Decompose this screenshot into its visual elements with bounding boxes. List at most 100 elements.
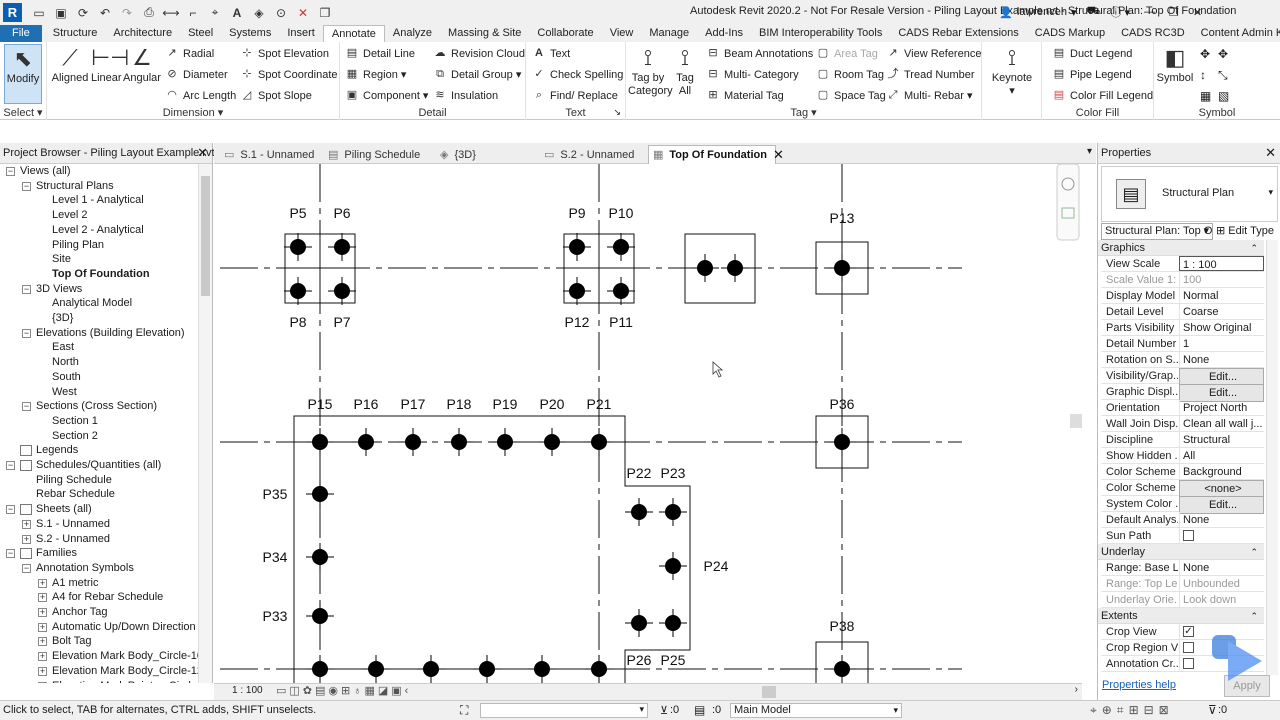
spot-slope-button[interactable]: ◿ Spot Slope (240, 89, 312, 102)
pile-label[interactable]: P25 (661, 652, 686, 668)
spot-elevation-button[interactable]: ⊹ Spot Elevation (240, 47, 329, 60)
property-row[interactable]: Sun Path (1101, 528, 1264, 544)
collapse-icon[interactable]: − (6, 461, 15, 470)
tree-item[interactable]: Piling Plan (38, 238, 104, 253)
expand-icon[interactable]: + (38, 652, 47, 662)
property-row[interactable]: Display Model Normal (1101, 288, 1264, 304)
tree-item[interactable]: + A1 metric (38, 576, 98, 591)
revit-logo-icon[interactable]: R (3, 3, 22, 22)
tree-item[interactable]: − Views (all) (6, 164, 71, 179)
binoculars-icon[interactable]: ⌕ (985, 6, 991, 19)
multi-category-button[interactable]: ⊟ Multi- Category (706, 68, 798, 81)
text-dialog-launcher-icon[interactable]: ↘ (613, 107, 621, 118)
tab-systems[interactable]: Systems (221, 25, 279, 42)
expand-icon[interactable]: + (38, 637, 47, 647)
tree-item[interactable]: −3D Views (22, 282, 82, 297)
property-row[interactable]: Range: Base L...None (1101, 560, 1264, 576)
save-icon[interactable]: ▣ (52, 4, 70, 22)
pile-label[interactable]: P22 (627, 465, 652, 481)
tree-item[interactable]: {3D} (38, 311, 73, 326)
property-checkbox[interactable] (1183, 657, 1194, 669)
pile-label[interactable]: P36 (830, 396, 855, 412)
pile-label[interactable]: P6 (333, 205, 350, 221)
stair-path-icon[interactable]: ↕ (1200, 68, 1206, 82)
tree-item[interactable]: − Schedules/Quantities (all) (6, 458, 161, 473)
tabs-dropdown-icon[interactable]: ▾ (1087, 146, 1092, 157)
collapse-group-icon[interactable]: ⌃ (1250, 240, 1258, 256)
minimize-icon[interactable]: — (1144, 6, 1155, 18)
material-tag-button[interactable]: ⊞ Material Tag (706, 89, 783, 102)
property-row[interactable]: Rotation on S... None (1101, 352, 1264, 368)
span-direction-icon[interactable]: ✥ (1200, 47, 1210, 61)
room-tag-button[interactable]: ▢ Room Tag (816, 68, 884, 81)
tab-view[interactable]: View (602, 25, 642, 42)
expand-icon[interactable]: + (22, 519, 31, 529)
region-button[interactable]: ▦ Region ▾ (345, 68, 407, 81)
tree-item[interactable]: − Structural Plans (22, 179, 114, 194)
pipe-legend-button[interactable]: ▤ Pipe Legend (1052, 68, 1132, 81)
symbol-button[interactable]: ◧ Symbol (1156, 44, 1194, 85)
collapse-group-icon[interactable]: ⌃ (1250, 544, 1258, 560)
tree-item[interactable]: + S.2 - Unnamed (22, 532, 110, 547)
property-row[interactable]: Color Scheme ...Background (1101, 464, 1264, 480)
tab-collaborate[interactable]: Collaborate (529, 25, 601, 42)
text-button[interactable]: A Text (532, 47, 570, 60)
property-row[interactable]: Discipline Structural (1101, 432, 1264, 448)
property-row[interactable]: Wall Join Disp... Clean all wall j... (1101, 416, 1264, 432)
tree-item[interactable]: Site (38, 252, 71, 267)
collapse-icon[interactable]: − (22, 328, 31, 338)
tree-item[interactable]: − Sheets (all) (6, 502, 92, 517)
tab-content-admin-kit[interactable]: Content Admin Kit (1193, 25, 1280, 42)
tree-item[interactable]: Top Of Foundation (38, 267, 150, 282)
property-row[interactable]: System Color ... Edit... (1101, 496, 1264, 514)
tab-s2-unnamed[interactable]: ▭ S.2 - Unnamed (540, 145, 648, 164)
measure-icon[interactable]: ⟷ (162, 4, 180, 22)
text-icon[interactable]: A (228, 4, 246, 22)
maximize-icon[interactable]: ❐ (1169, 6, 1179, 19)
pile-label[interactable]: P26 (627, 652, 652, 668)
property-row[interactable]: Color Scheme <none> (1101, 480, 1264, 498)
pile-label[interactable]: P34 (263, 549, 288, 565)
pile-label[interactable]: P33 (263, 608, 288, 624)
pile-label[interactable]: P16 (354, 396, 379, 412)
tab-add-ins[interactable]: Add-Ins (697, 25, 751, 42)
worksets-icon[interactable]: ⛶ (460, 703, 468, 718)
drawing-canvas[interactable]: P5 P6 P9 P10 P13 P8 P7 P12 P11 P15 P16 P17 P18 P19 P20… (214, 164, 1082, 683)
3d-view-icon[interactable]: ◈ (250, 4, 268, 22)
spot-coordinate-button[interactable]: ⊹ Spot Coordinate (240, 68, 337, 81)
pile-label[interactable]: P15 (308, 396, 333, 412)
beam-annotations-button[interactable]: ⊟ Beam Annotations (706, 47, 813, 60)
pile-label[interactable]: P13 (830, 210, 855, 226)
tree-item[interactable]: Rebar Schedule (22, 487, 115, 502)
properties-help-link[interactable]: Properties help (1102, 679, 1176, 691)
close-hidden-icon[interactable]: ✕ (294, 4, 312, 22)
project-browser-scrollbar[interactable] (198, 164, 212, 683)
tree-item[interactable]: Level 2 - Analytical (38, 223, 144, 238)
properties-scrollbar[interactable] (1266, 240, 1278, 675)
tree-item[interactable]: Analytical Model (38, 296, 132, 311)
tab-structure[interactable]: Structure (45, 25, 106, 42)
tree-item[interactable]: + Bolt Tag (38, 634, 92, 649)
pile-label[interactable]: P5 (289, 205, 306, 221)
expand-icon[interactable]: + (38, 578, 47, 588)
tree-item[interactable]: Level 2 (38, 208, 87, 223)
pile-label[interactable]: P20 (540, 396, 565, 412)
collapse-icon[interactable]: − (22, 402, 31, 412)
insulation-button[interactable]: ≋ Insulation (433, 89, 498, 102)
tree-item[interactable]: + S.1 - Unnamed (22, 517, 110, 532)
tree-item[interactable]: − Annotation Symbols (22, 561, 134, 576)
tab-cads-rc3d[interactable]: CADS RC3D (1113, 25, 1193, 42)
tab-steel[interactable]: Steel (180, 25, 221, 42)
area-reinforcement-icon[interactable]: ⤡ (1218, 68, 1228, 83)
pile-label[interactable]: P11 (609, 314, 633, 330)
property-row[interactable]: Detail Level Coarse (1101, 304, 1264, 320)
tab-cads-rebar-extensions[interactable]: CADS Rebar Extensions (890, 25, 1026, 42)
collapse-group-icon[interactable]: ⌃ (1250, 608, 1258, 624)
pile-label[interactable]: P24 (704, 558, 729, 574)
property-row[interactable]: Orientation Project North (1101, 400, 1264, 416)
space-tag-button[interactable]: ▢ Space Tag (816, 89, 886, 102)
tree-item[interactable]: Section 1 (38, 414, 98, 429)
chevron-down-icon[interactable]: ▾ (1071, 6, 1077, 19)
close-icon[interactable]: ✕ (197, 143, 208, 163)
beam-system-icon[interactable]: ✥ (1218, 47, 1228, 61)
